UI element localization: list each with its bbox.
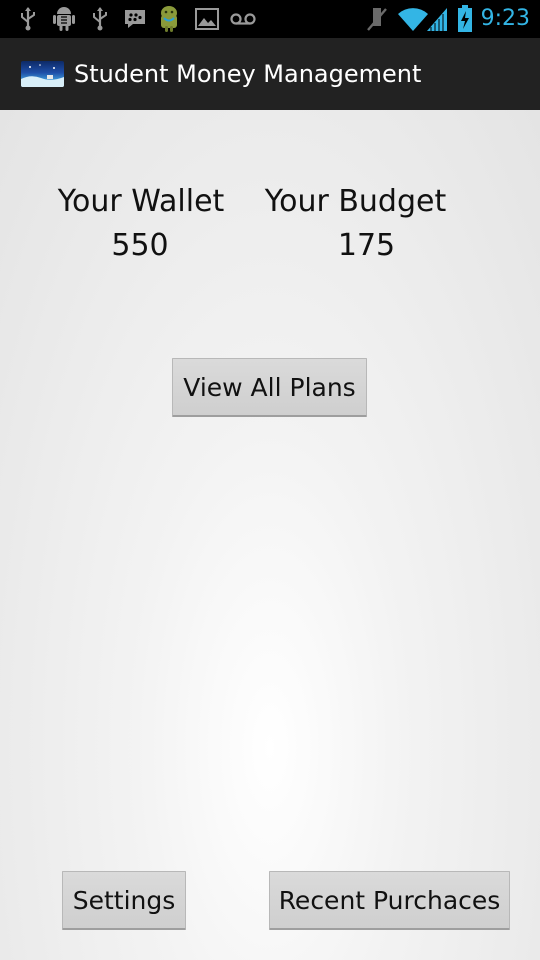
main-content: Your Wallet 550 Your Budget 175 View All…	[0, 110, 540, 960]
signal-icon	[424, 0, 450, 38]
budget-value: 175	[337, 228, 396, 263]
voicemail-icon	[228, 0, 258, 38]
gallery-icon	[194, 0, 220, 38]
budget-label: Your Budget	[264, 184, 447, 219]
settings-button[interactable]: Settings	[62, 871, 186, 930]
status-bar: 9:23	[0, 0, 540, 38]
app-title: Student Money Management	[74, 60, 422, 88]
status-bar-time: 9:23	[480, 6, 530, 31]
android-robot-icon	[156, 0, 182, 38]
action-bar: Student Money Management	[0, 38, 540, 111]
usb-icon	[88, 0, 112, 38]
bbm-icon	[122, 0, 148, 38]
app-landscape-icon	[21, 61, 64, 87]
wallet-value: 550	[111, 228, 169, 263]
recent-purchases-button[interactable]: Recent Purchaces	[269, 871, 510, 930]
wallet-label: Your Wallet	[57, 184, 225, 219]
battery-charging-icon	[455, 0, 475, 38]
mute-icon	[364, 0, 390, 38]
view-all-plans-button[interactable]: View All Plans	[172, 358, 367, 417]
usb-icon	[16, 0, 40, 38]
android-debug-icon	[50, 0, 78, 38]
